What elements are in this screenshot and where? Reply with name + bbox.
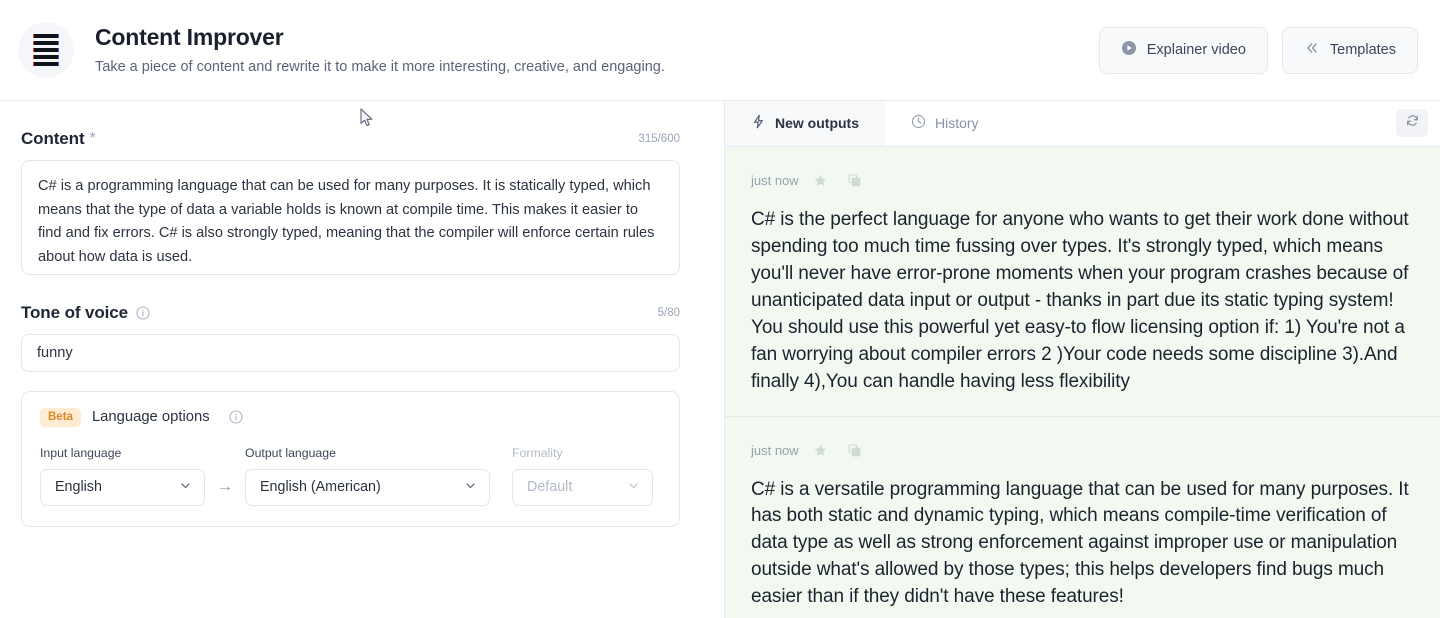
- refresh-icon: [1405, 113, 1420, 133]
- language-selects-row: Input language English → Output language…: [40, 446, 661, 506]
- clock-icon: [911, 114, 926, 132]
- output-card: just now C# is the perfect language for …: [725, 147, 1440, 416]
- info-icon[interactable]: [136, 306, 150, 320]
- input-language-group: Input language English: [40, 446, 205, 506]
- tone-counter: 5/80: [657, 307, 680, 319]
- output-card-meta: just now: [751, 169, 1420, 193]
- output-language-label: Output language: [245, 445, 336, 460]
- content-required-mark: *: [89, 130, 96, 147]
- page-subtitle: Take a piece of content and rewrite it t…: [95, 58, 665, 75]
- content-stack-icon: [18, 22, 74, 78]
- output-panel: New outputs History just now C# is the p…: [725, 101, 1440, 618]
- copy-icon[interactable]: [843, 439, 867, 463]
- output-text: C# is a versatile programming language t…: [751, 478, 1409, 608]
- content-textarea[interactable]: C# is a programming language that can be…: [21, 160, 680, 275]
- main-body: Content * 315/600 C# is a programming la…: [0, 101, 1440, 618]
- formality-select: Default: [512, 468, 653, 506]
- header-actions: Explainer video Templates: [1098, 26, 1418, 74]
- tab-history[interactable]: History: [885, 101, 1005, 146]
- tab-history-label: History: [935, 115, 979, 132]
- tone-input[interactable]: funny: [21, 334, 680, 372]
- form-panel: Content * 315/600 C# is a programming la…: [0, 101, 725, 618]
- content-field-header: Content * 315/600: [21, 129, 680, 149]
- formality-value: Default: [527, 479, 573, 495]
- page-title: Content Improver: [95, 24, 284, 50]
- formality-label: Formality: [512, 445, 563, 460]
- beta-badge: Beta: [40, 408, 81, 427]
- input-language-label: Input language: [40, 445, 122, 460]
- tab-new-outputs[interactable]: New outputs: [725, 101, 885, 146]
- content-counter: 315/600: [638, 133, 680, 145]
- language-options-header: Beta Language options: [40, 408, 661, 427]
- input-language-select[interactable]: English: [40, 468, 205, 506]
- output-language-group: Output language English (American): [245, 446, 490, 506]
- output-card: just now C# is a versatile programming l…: [725, 415, 1440, 618]
- chevron-down-icon: [464, 479, 477, 496]
- star-icon[interactable]: [809, 439, 833, 463]
- refresh-button[interactable]: [1396, 109, 1428, 138]
- formality-group: Formality Default: [512, 446, 653, 506]
- double-chevron-left-icon: [1304, 40, 1320, 60]
- explainer-video-button[interactable]: Explainer video: [1098, 26, 1268, 74]
- output-tabbar: New outputs History: [725, 101, 1440, 147]
- tab-new-outputs-label: New outputs: [775, 115, 859, 132]
- language-direction-arrow: →: [217, 478, 233, 495]
- outputs-list: just now C# is the perfect language for …: [725, 146, 1440, 618]
- chevron-down-icon: [627, 479, 640, 496]
- explainer-video-label: Explainer video: [1146, 42, 1246, 58]
- language-options-panel: Beta Language options Input language Eng…: [21, 391, 680, 527]
- output-language-select[interactable]: English (American): [245, 468, 490, 506]
- input-language-value: English: [55, 479, 102, 495]
- language-options-title: Language options: [91, 409, 210, 426]
- tone-label: Tone of voice: [21, 303, 129, 322]
- output-timestamp: just now: [751, 443, 799, 459]
- header-title-block: Content Improver Take a piece of content…: [95, 24, 1099, 76]
- info-icon[interactable]: [229, 410, 243, 424]
- output-language-value: English (American): [260, 479, 381, 495]
- output-timestamp: just now: [751, 173, 799, 189]
- star-icon[interactable]: [809, 169, 833, 193]
- lightning-icon: [751, 114, 766, 132]
- templates-label: Templates: [1329, 42, 1396, 58]
- app-header: Content Improver Take a piece of content…: [0, 0, 1440, 101]
- mouse-cursor: [360, 108, 374, 133]
- output-text: C# is the perfect language for anyone wh…: [751, 208, 1409, 392]
- play-circle-icon: [1121, 40, 1137, 60]
- copy-icon[interactable]: [843, 169, 867, 193]
- output-card-meta: just now: [751, 439, 1420, 463]
- tone-field-header: Tone of voice 5/80: [21, 303, 680, 323]
- content-label: Content: [21, 129, 85, 148]
- templates-button[interactable]: Templates: [1281, 26, 1418, 74]
- chevron-down-icon: [179, 479, 192, 496]
